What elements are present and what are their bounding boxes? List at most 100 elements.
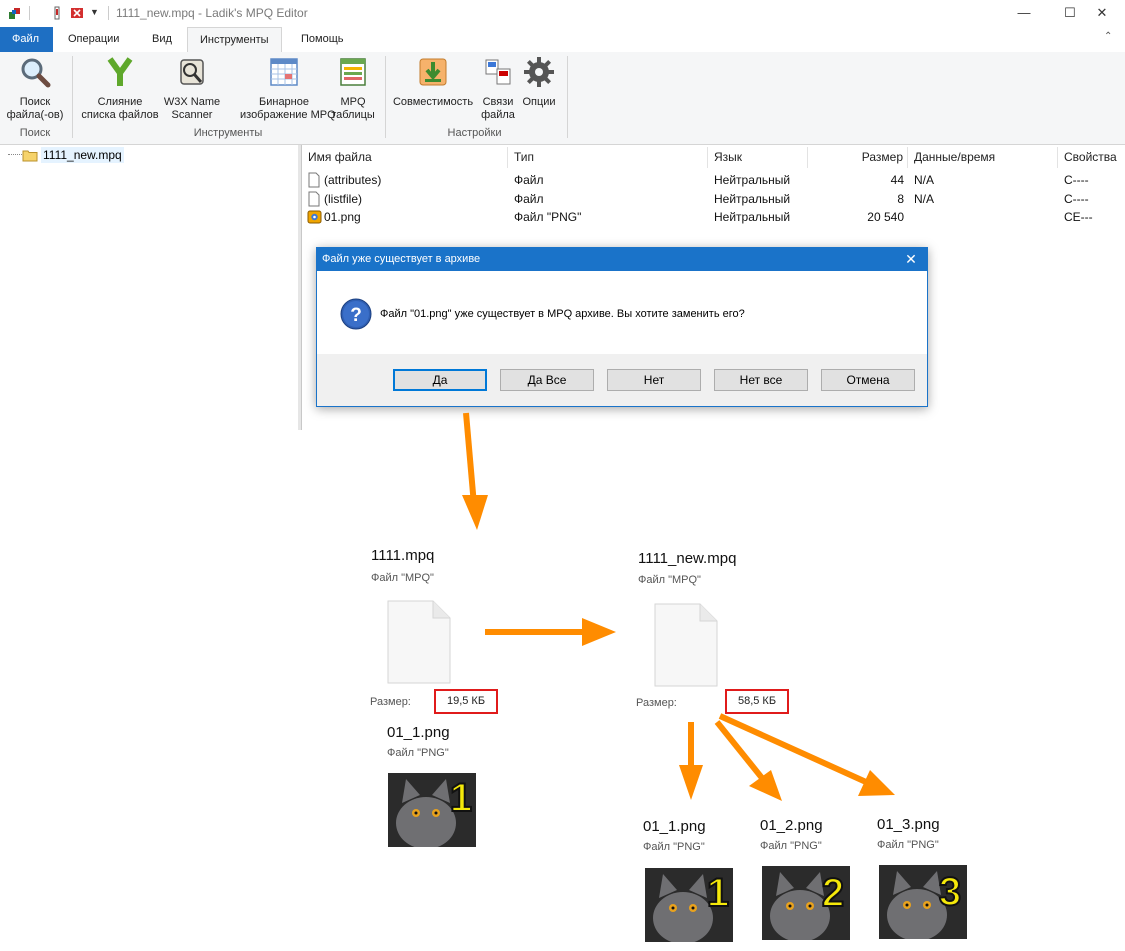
cell-type: Файл "PNG"	[514, 210, 582, 224]
ribbon-tabs: Файл Операции Вид Инструменты Помощь ⌃	[0, 27, 1125, 53]
yes-all-button[interactable]: Да Все	[500, 369, 594, 391]
no-button[interactable]: Нет	[607, 369, 701, 391]
group-separator	[385, 56, 386, 138]
cell-language: Нейтральный	[714, 192, 791, 206]
column-header-language[interactable]: Язык	[708, 147, 808, 168]
badge-label: 2	[822, 871, 844, 915]
png-image-icon	[307, 210, 322, 224]
options-button[interactable]: Опции	[518, 56, 560, 109]
archive-tree: 1111_new.mpq	[0, 145, 299, 430]
tree-connector	[8, 154, 22, 155]
right-image-2-name: 01_2.png	[760, 817, 823, 834]
arrow-to-01-3	[718, 713, 868, 785]
left-archive-name: 1111.mpq	[371, 547, 435, 564]
cell-size: 20 540	[867, 210, 904, 224]
file-associations-button[interactable]: Связи файла	[479, 56, 517, 122]
merge-listfile-label: Слияние списка файлов	[81, 96, 159, 121]
tab-view[interactable]: Вид	[140, 27, 184, 52]
mpq-tables-label: MPQ таблицы	[331, 96, 375, 121]
cell-type: Файл	[514, 192, 544, 206]
compatibility-button[interactable]: Совместимость	[389, 56, 477, 109]
collapse-ribbon-icon[interactable]: ⌃	[1104, 31, 1112, 42]
tab-help[interactable]: Помощь	[289, 27, 356, 52]
cell-name: (listfile)	[324, 192, 362, 206]
column-header-type[interactable]: Тип	[508, 147, 708, 168]
table-row[interactable]: (listfile) Файл Нейтральный 8 N/A C----	[302, 191, 1125, 209]
dialog-message: Файл "01.png" уже существует в MPQ архив…	[380, 308, 745, 320]
window-title: 1111_new.mpq - Ladik's MPQ Editor	[116, 6, 308, 20]
group-label-search: Поиск	[19, 127, 51, 139]
cat-thumbnail-3: 3	[879, 865, 967, 939]
column-header-datetime[interactable]: Данные/время	[908, 147, 1058, 168]
gear-icon	[524, 57, 554, 87]
close-archive-icon[interactable]	[70, 6, 84, 20]
w3x-name-scanner-button[interactable]: W3X Name Scanner	[163, 56, 221, 122]
right-image-3-type: Файл "PNG"	[877, 839, 939, 851]
svg-text:?: ?	[350, 305, 362, 326]
tables-icon	[340, 58, 366, 86]
arrow-head	[749, 770, 782, 801]
cell-size: 44	[890, 173, 904, 187]
scanner-scroll-icon	[180, 59, 204, 85]
file-exists-dialog: Файл уже существует в архиве ✕ ? Файл "0…	[316, 247, 928, 407]
cancel-button[interactable]: Отмена	[821, 369, 915, 391]
mpq-tables-button[interactable]: MPQ таблицы	[328, 56, 378, 122]
file-icon	[308, 172, 320, 188]
close-button[interactable]: ✕	[1079, 0, 1125, 27]
column-header-name[interactable]: Имя файла	[302, 147, 508, 168]
binary-grid-icon	[270, 58, 298, 86]
tree-item-root[interactable]: 1111_new.mpq	[41, 147, 124, 163]
no-all-button[interactable]: Нет все	[714, 369, 808, 391]
column-header-properties[interactable]: Свойства	[1058, 147, 1125, 168]
table-row[interactable]: 01.png Файл "PNG" Нейтральный 20 540 CE-…	[302, 209, 1125, 227]
cell-datetime: N/A	[914, 192, 935, 206]
properties-icon[interactable]	[50, 6, 64, 20]
right-archive-document-icon	[654, 603, 718, 687]
right-image-1-name: 01_1.png	[643, 818, 706, 835]
column-header-size[interactable]: Размер	[808, 147, 908, 168]
cell-datetime: N/A	[914, 173, 935, 187]
cat-thumbnail-1: 1	[388, 773, 476, 847]
tab-tools[interactable]: Инструменты	[187, 27, 282, 53]
divider	[29, 6, 30, 20]
group-separator	[72, 56, 73, 138]
dialog-close-icon[interactable]: ✕	[899, 250, 923, 269]
tab-operations[interactable]: Операции	[56, 27, 131, 52]
binary-image-label: Бинарное изображение MPQ	[240, 96, 336, 121]
table-row[interactable]: (attributes) Файл Нейтральный 44 N/A C--…	[302, 172, 1125, 190]
search-files-button[interactable]: Поиск файла(-ов)	[4, 56, 66, 122]
minimize-button[interactable]: —	[1001, 0, 1047, 27]
title-bar: ▼ 1111_new.mpq - Ladik's MPQ Editor — ☐ …	[0, 0, 1125, 27]
download-arrow-icon	[419, 58, 447, 86]
cell-type: Файл	[514, 173, 544, 187]
left-image-name: 01_1.png	[387, 724, 450, 741]
file-icon	[308, 191, 320, 207]
file-associations-label: Связи файла	[481, 96, 515, 121]
left-image-type: Файл "PNG"	[387, 747, 449, 759]
group-label-settings: Настройки	[447, 127, 502, 139]
arrow-head	[858, 770, 895, 796]
badge-label: 3	[939, 870, 961, 914]
right-image-1-type: Файл "PNG"	[643, 841, 705, 853]
badge-label: 1	[707, 871, 729, 915]
arrow-head	[462, 495, 488, 530]
left-archive-type: Файл "MPQ"	[371, 572, 434, 584]
quick-access-dropdown-icon[interactable]: ▼	[90, 7, 99, 17]
options-label: Опции	[522, 96, 556, 108]
cell-size: 8	[897, 192, 904, 206]
cell-name: (attributes)	[324, 173, 382, 187]
app-icon	[9, 8, 20, 19]
arrow-head	[679, 765, 703, 800]
w3x-name-scanner-label: W3X Name Scanner	[163, 96, 221, 121]
file-associations-icon	[485, 59, 511, 85]
merge-listfile-button[interactable]: Слияние списка файлов	[78, 56, 162, 122]
right-image-3-name: 01_3.png	[877, 816, 940, 833]
tab-file[interactable]: Файл	[0, 27, 53, 52]
left-size-value: 19,5 КБ	[434, 689, 498, 714]
yes-button[interactable]: Да	[393, 369, 487, 391]
merge-icon	[107, 57, 133, 86]
binary-image-button[interactable]: Бинарное изображение MPQ	[240, 56, 336, 122]
right-archive-name: 1111_new.mpq	[638, 550, 737, 567]
right-size-label: Размер:	[636, 697, 677, 709]
cell-properties: C----	[1064, 192, 1089, 206]
